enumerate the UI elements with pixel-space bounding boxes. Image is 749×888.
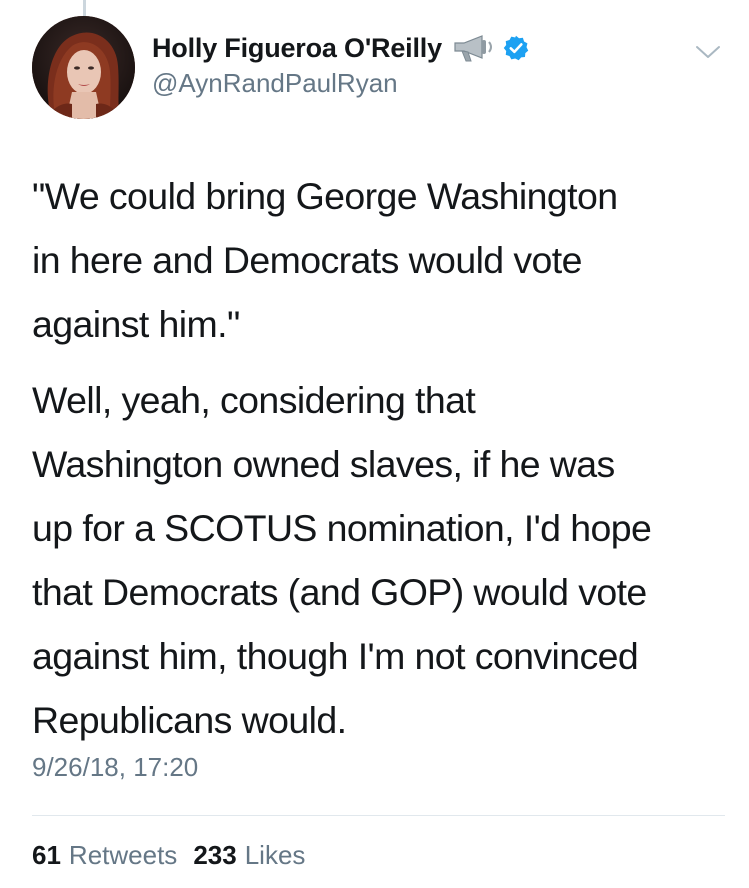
divider — [32, 815, 725, 816]
author-avatar[interactable] — [32, 16, 135, 119]
tweet-paragraph-comment: Well, yeah, considering that Washington … — [32, 379, 652, 741]
tweet-header: Holly Figueroa O'Reilly @AynRandPaulRyan — [152, 30, 689, 99]
thread-connector-line — [83, 0, 86, 16]
tweet-timestamp[interactable]: 9/26/18, 17:20 — [32, 752, 198, 783]
retweets-count[interactable]: 61 — [32, 840, 61, 871]
author-display-name[interactable]: Holly Figueroa O'Reilly — [152, 33, 442, 64]
retweets-label[interactable]: Retweets — [69, 840, 177, 871]
verified-badge-icon — [503, 35, 529, 61]
author-handle[interactable]: @AynRandPaulRyan — [152, 68, 689, 99]
author-name-row: Holly Figueroa O'Reilly — [152, 30, 689, 66]
tweet-stats: 61 Retweets 233 Likes — [32, 840, 321, 871]
megaphone-icon — [454, 35, 492, 62]
avatar-photo-icon — [32, 16, 135, 119]
chevron-down-icon[interactable] — [694, 42, 722, 62]
tweet-paragraph-quote: "We could bring George Washington in her… — [32, 175, 618, 345]
likes-label[interactable]: Likes — [245, 840, 306, 871]
likes-count[interactable]: 233 — [193, 840, 236, 871]
tweet-text: "We could bring George Washington in her… — [32, 164, 732, 752]
author-badges — [452, 33, 530, 63]
